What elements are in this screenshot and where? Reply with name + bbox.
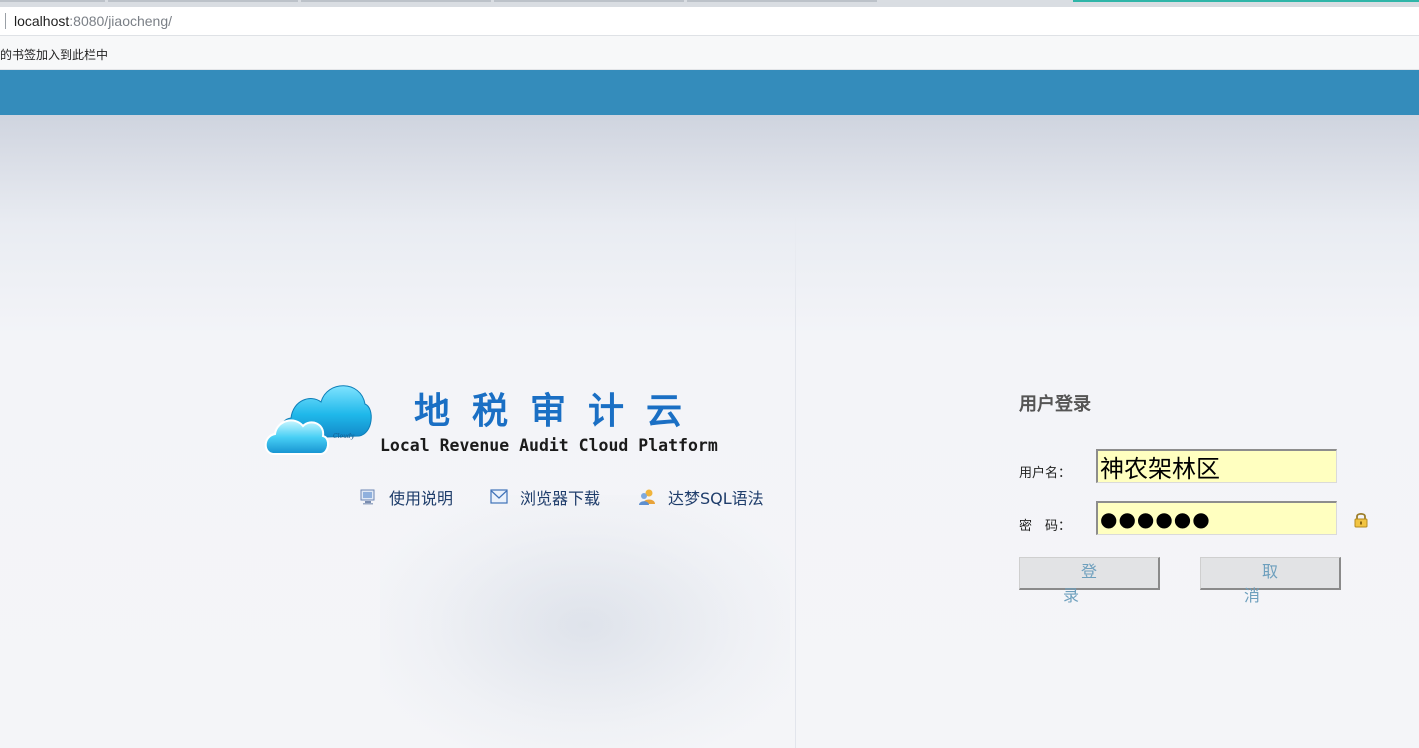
link-dm-sql-syntax-label: 达梦SQL语法 [668,489,764,508]
link-browser-download[interactable]: 浏览器下载 [490,485,600,509]
cloud-logo-text: Cloudy [333,433,355,440]
browser-tab[interactable] [687,0,877,2]
username-input[interactable] [1096,449,1337,483]
browser-tab[interactable] [301,0,491,2]
address-bar[interactable]: localhost:8080/jiaocheng/ [0,7,1419,36]
browser-tab-active[interactable] [1073,0,1419,2]
browser-tab[interactable] [0,0,105,2]
bookmarks-bar: 的书签加入到此栏中 [0,36,1419,70]
panel-divider [795,210,796,748]
cancel-button[interactable]: 取消 [1200,557,1341,605]
users-icon [639,489,655,505]
bookmarks-hint: 的书签加入到此栏中 [0,48,109,62]
address-bar-divider [5,13,6,29]
page-header-bar [0,70,1419,115]
login-title: 用户登录 [1019,394,1091,415]
mail-download-icon [490,489,508,504]
password-label: 密 码： [1019,519,1072,534]
address-url[interactable]: localhost:8080/jiaocheng/ [14,13,172,29]
browser-tab[interactable] [108,0,298,2]
link-browser-download-label: 浏览器下载 [520,489,601,508]
link-dm-sql-syntax[interactable]: 达梦SQL语法 [638,485,764,509]
username-label: 用户名： [1019,466,1072,481]
password-input[interactable] [1096,501,1337,535]
cloud-logo-icon: Cloudy [264,385,372,455]
background-decoration [380,495,790,748]
browser-tab-strip [0,0,1419,7]
monitor-icon [360,489,375,505]
link-user-guide[interactable]: 使用说明 [359,485,453,509]
app-title: 地税审计云 [414,390,705,432]
url-path: :8080/jiaocheng/ [69,13,173,29]
url-host: localhost [14,13,70,29]
app-subtitle: Local Revenue Audit Cloud Platform [380,436,718,455]
link-user-guide-label: 使用说明 [389,489,454,508]
browser-tab[interactable] [494,0,684,2]
lock-icon [1354,512,1368,528]
page-body [0,115,1419,748]
login-button[interactable]: 登录 [1019,557,1160,605]
